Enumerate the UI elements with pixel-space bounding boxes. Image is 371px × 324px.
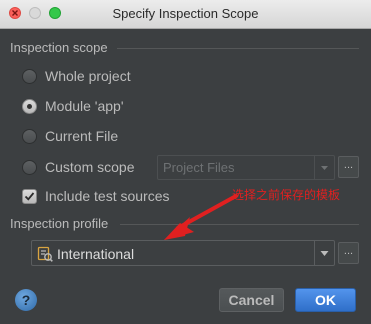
window-title: Specify Inspection Scope — [112, 6, 259, 21]
custom-scope-browse-button[interactable]: ... — [338, 156, 359, 178]
radio-button-selected[interactable] — [22, 98, 37, 114]
radio-label: Current File — [45, 128, 119, 144]
profile-section-label: Inspection profile — [10, 216, 109, 231]
dialog-window: Specify Inspection Scope Inspection scop… — [0, 0, 371, 324]
help-icon: ? — [21, 292, 31, 308]
title-bar: Specify Inspection Scope — [0, 0, 371, 29]
combo-arrow[interactable] — [314, 241, 334, 265]
profile-browse-button[interactable]: ... — [338, 242, 359, 264]
radio-label: Custom scope — [45, 159, 135, 175]
scope-section-label: Inspection scope — [10, 40, 108, 55]
help-button[interactable]: ? — [15, 289, 37, 311]
annotation-arrow-icon — [164, 194, 238, 240]
include-test-sources-row[interactable]: Include test sources — [22, 186, 170, 206]
radio-whole-project[interactable]: Whole project — [22, 66, 131, 86]
ok-button[interactable]: OK — [295, 288, 356, 312]
radio-current-file[interactable]: Current File — [22, 126, 118, 146]
radio-button[interactable] — [22, 128, 37, 144]
include-test-sources-checkbox[interactable] — [22, 188, 37, 204]
cancel-button[interactable]: Cancel — [219, 288, 284, 312]
inspection-profile-icon — [37, 246, 53, 262]
radio-label: Whole project — [45, 68, 131, 84]
scope-divider — [117, 48, 359, 49]
radio-button[interactable] — [22, 68, 37, 84]
custom-scope-combo[interactable]: Project Files — [157, 155, 335, 180]
custom-scope-value: Project Files — [163, 160, 235, 175]
chevron-down-icon — [320, 251, 329, 256]
radio-label: Module 'app' — [45, 98, 124, 114]
radio-custom-scope[interactable]: Custom scope — [22, 157, 134, 177]
radio-module-app[interactable]: Module 'app' — [22, 96, 124, 116]
combo-arrow[interactable] — [314, 156, 334, 179]
chevron-down-icon — [321, 166, 328, 170]
radio-button[interactable] — [22, 159, 37, 175]
inspection-profile-value: International — [57, 246, 135, 262]
checkmark-icon — [24, 191, 35, 201]
annotation-text: 选择之前保存的模板 — [232, 188, 341, 202]
